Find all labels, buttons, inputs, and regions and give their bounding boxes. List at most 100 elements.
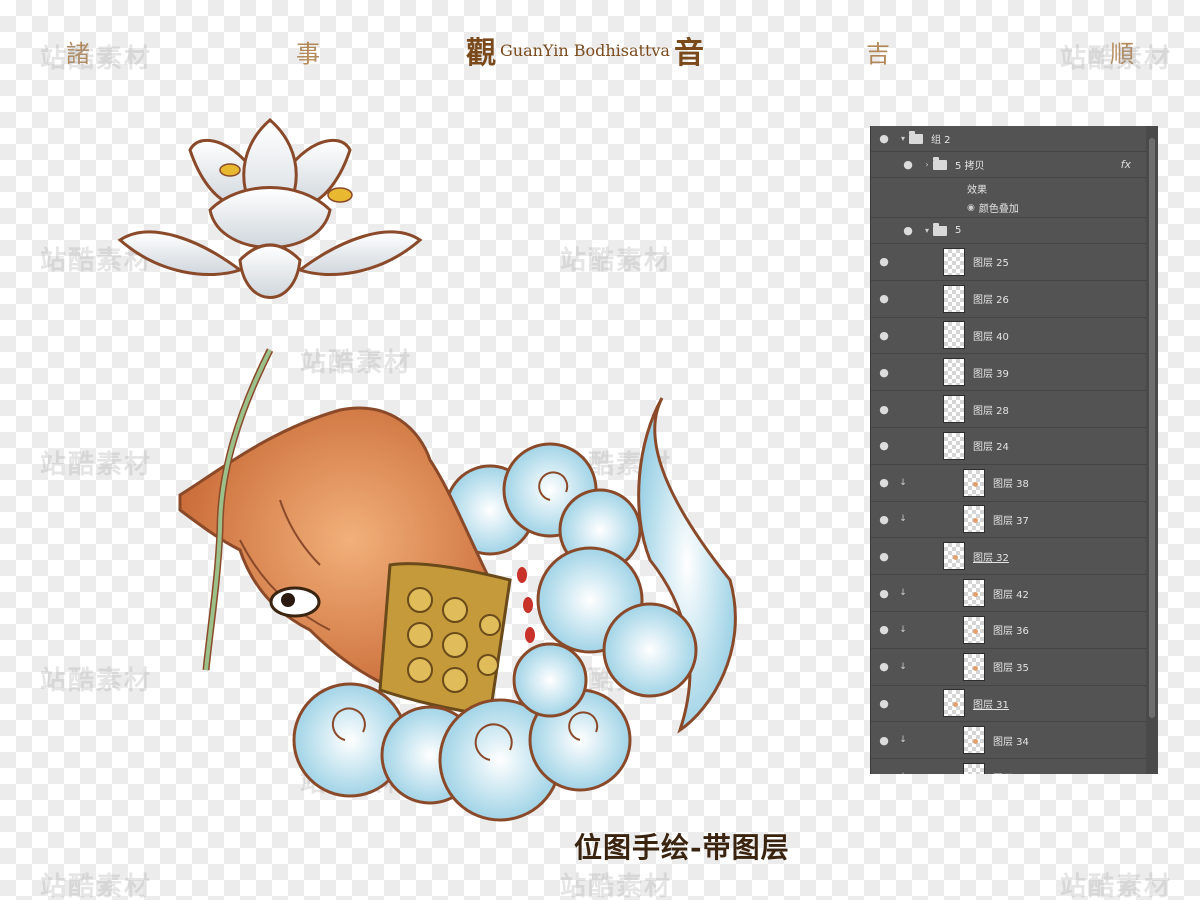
layer-thumbnail[interactable] — [963, 652, 985, 681]
layer-row[interactable]: ● 图层 39 — [871, 354, 1147, 392]
eye-icon[interactable]: ● — [871, 255, 897, 268]
layer-name: 图层 38 — [993, 479, 1029, 491]
chevron-right-icon[interactable]: › — [921, 160, 933, 169]
layer-thumbnail[interactable] — [963, 579, 985, 608]
layer-thumbnail[interactable] — [943, 284, 965, 313]
layer-thumbnail[interactable] — [963, 615, 985, 644]
eye-icon[interactable]: ● — [871, 366, 897, 379]
eye-icon[interactable]: ◉ — [967, 203, 975, 213]
layer-row[interactable]: ● 图层 28 — [871, 391, 1147, 428]
scrollbar-thumb[interactable] — [1149, 138, 1155, 718]
layer-thumbnail[interactable] — [943, 542, 965, 571]
layer-name: 图层 34 — [993, 736, 1029, 748]
effect-item-row[interactable]: ◉ 颜色叠加 — [871, 198, 1147, 218]
eye-icon[interactable]: ● — [895, 158, 921, 171]
eye-icon[interactable]: ● — [871, 660, 897, 673]
layer-row[interactable]: ● 图层 31 — [871, 686, 1147, 723]
panel-scrollbar[interactable] — [1146, 126, 1158, 774]
layer-name: 图层 42 — [993, 589, 1029, 601]
layer-group-row[interactable]: ● ▾ 5 — [871, 218, 1147, 244]
layer-row[interactable]: ● ↓ 图层 42 — [871, 575, 1147, 612]
layer-group-name: 组 2 — [931, 135, 951, 146]
clipping-mask-icon: ↓ — [899, 735, 907, 746]
eye-icon[interactable]: ● — [871, 771, 897, 774]
thumbnail-content — [953, 702, 958, 708]
eye-icon[interactable]: ● — [871, 132, 897, 145]
layer-name: 图层 33 — [993, 770, 1029, 775]
eye-icon[interactable]: ● — [871, 513, 897, 526]
eye-icon[interactable]: ● — [871, 476, 897, 489]
folder-icon — [909, 130, 923, 144]
watermark: 站酷素材 — [1060, 872, 1173, 900]
layer-list: ● 图层 25 ● 图层 26 ● 图层 40 ● 图层 39 ● 图层 28 ● 图层 24 ● ↓ 图层… — [871, 244, 1158, 774]
clipping-mask-icon: ↓ — [899, 624, 907, 635]
layer-name: 图层 31 — [973, 699, 1009, 711]
watermark: 站酷素材 — [40, 872, 153, 900]
watermark: 站酷素材 — [40, 44, 153, 74]
eye-icon[interactable]: ● — [871, 550, 897, 563]
layer-name: 图层 36 — [993, 626, 1029, 638]
fx-icon[interactable]: fx — [1121, 158, 1131, 171]
layer-row[interactable]: ● ↓ 图层 38 — [871, 465, 1147, 502]
brand-title: 觀 GuanYin Bodhisattva 音 — [466, 28, 704, 72]
layer-row[interactable]: ● 图层 32 — [871, 538, 1147, 576]
thumbnail-content — [973, 665, 978, 671]
layer-thumbnail[interactable] — [943, 358, 965, 387]
folder-icon — [933, 156, 947, 170]
eye-icon[interactable]: ● — [871, 439, 897, 452]
layer-thumbnail[interactable] — [943, 247, 965, 276]
layer-name: 图层 24 — [973, 442, 1009, 454]
clipping-mask-icon: ↓ — [899, 477, 907, 488]
layer-row[interactable]: ● 图层 24 — [871, 428, 1147, 465]
effect-item-name: 颜色叠加 — [978, 204, 1019, 215]
layer-row[interactable]: ● 图层 26 — [871, 281, 1147, 318]
eye-icon[interactable]: ● — [871, 403, 897, 416]
chevron-down-icon[interactable]: ▾ — [921, 226, 933, 235]
layer-row[interactable]: ● 图层 25 — [871, 244, 1147, 281]
effects-label: 效果 — [967, 184, 987, 196]
thumbnail-content — [973, 628, 978, 634]
layer-thumbnail[interactable] — [963, 763, 985, 774]
eye-icon[interactable]: ● — [871, 587, 897, 600]
layer-row[interactable]: ● ↓ 图层 35 — [871, 649, 1147, 686]
layer-row[interactable]: ●↓ 图层 33 — [871, 759, 1147, 774]
layer-group-name: 5 — [955, 225, 962, 236]
layer-thumbnail[interactable] — [943, 395, 965, 424]
layer-thumbnail[interactable] — [943, 321, 965, 350]
header-char-4: 順 — [1110, 40, 1134, 68]
eye-icon[interactable]: ● — [871, 697, 897, 710]
eye-icon[interactable]: ● — [871, 623, 897, 636]
eye-icon[interactable]: ● — [871, 329, 897, 342]
layer-name: 图层 26 — [973, 295, 1009, 307]
eye-icon[interactable]: ● — [871, 734, 897, 747]
layer-row[interactable]: ● ↓ 图层 36 — [871, 612, 1147, 649]
layer-thumbnail[interactable] — [963, 468, 985, 497]
layer-row[interactable]: ● ↓ 图层 37 — [871, 502, 1147, 539]
brand-char-yin: 音 — [673, 36, 704, 71]
thumbnail-content — [973, 481, 978, 487]
brand-english: GuanYin Bodhisattva — [500, 40, 670, 60]
effects-row: 效果 — [871, 178, 1147, 198]
caption-text: 位图手绘-带图层 — [574, 831, 790, 864]
header-char-1: 諸 — [66, 40, 90, 68]
layer-name: 图层 37 — [993, 515, 1029, 527]
illustration-svg — [117, 118, 737, 822]
layer-name: 图层 32 — [973, 552, 1009, 564]
header-char-2: 事 — [296, 40, 320, 68]
watermark: 站酷素材 — [560, 872, 673, 900]
layer-group-row[interactable]: ● › 5 拷贝 fx — [871, 152, 1147, 178]
layer-thumbnail[interactable] — [963, 505, 985, 534]
layer-thumbnail[interactable] — [943, 689, 965, 718]
layer-thumbnail[interactable] — [963, 726, 985, 755]
layer-thumbnail[interactable] — [943, 431, 965, 460]
layer-name: 图层 28 — [973, 405, 1009, 417]
clipping-mask-icon: ↓ — [897, 772, 909, 774]
eye-icon[interactable]: ● — [871, 292, 897, 305]
eye-icon[interactable]: ● — [895, 224, 921, 237]
layer-group-row[interactable]: ● ▾ 组 2 — [871, 126, 1147, 152]
layers-panel[interactable]: ● ▾ 组 2 ● › 5 拷贝 fx 效果 ◉ 颜色叠加 ● ▾ 5 ● 图层 … — [870, 126, 1158, 774]
chevron-down-icon[interactable]: ▾ — [897, 134, 909, 143]
brand-char-guan: 觀 — [466, 36, 496, 71]
layer-row[interactable]: ● ↓ 图层 34 — [871, 722, 1147, 760]
layer-row[interactable]: ● 图层 40 — [871, 318, 1147, 355]
